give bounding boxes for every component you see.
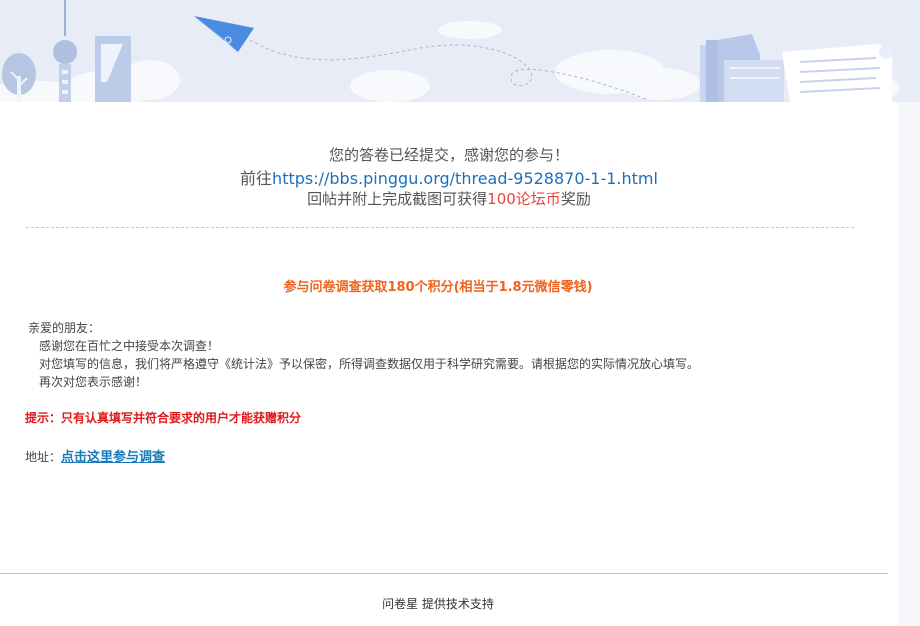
reward-suffix: 奖励 bbox=[560, 190, 591, 208]
survey-headline: 参与问卷调查获取180个积分(相当于1.8元微信零钱) bbox=[283, 280, 593, 295]
address-label: 地址： bbox=[25, 450, 62, 464]
forum-link-prefix: 前往 bbox=[240, 169, 273, 188]
survey-link[interactable]: 点击这里参与调查 bbox=[61, 450, 165, 465]
footer-divider bbox=[0, 573, 888, 574]
reward-line: 回帖并附上完成截图可获得100论坛币奖励 bbox=[0, 188, 898, 209]
submit-confirmation: 您的答卷已经提交，感谢您的参与！ bbox=[328, 146, 569, 164]
dashed-divider bbox=[26, 227, 854, 228]
content-card: 您的答卷已经提交，感谢您的参与！ 前往https://bbs.pinggu.or… bbox=[0, 102, 898, 626]
reward-amount: 100论坛币 bbox=[487, 190, 561, 208]
address-line: 地址：点击这里参与调查 bbox=[25, 446, 165, 465]
footer: 问卷星 提供技术支持 bbox=[0, 595, 876, 612]
tip-notice: 提示：只有认真填写并符合要求的用户才能获赠积分 bbox=[25, 411, 302, 425]
document-icon bbox=[782, 44, 893, 102]
banner-illustration bbox=[0, 0, 920, 102]
intro-line: 再次对您表示感谢！ bbox=[39, 375, 148, 389]
intro-line: 对您填写的信息，我们将严格遵守《统计法》予以保密，所得调查数据仅用于科学研究需要… bbox=[39, 357, 700, 371]
page-edge bbox=[898, 102, 920, 626]
intro-line: 感谢您在百忙之中接受本次调查！ bbox=[39, 339, 220, 353]
forum-link-line: 前往https://bbs.pinggu.org/thread-9528870-… bbox=[0, 165, 898, 189]
intro-text: 亲爱的朋友： 感谢您在百忙之中接受本次调查！ 对您填写的信息，我们将严格遵守《统… bbox=[28, 319, 699, 391]
intro-greeting: 亲爱的朋友： bbox=[28, 321, 101, 335]
reward-prefix: 回帖并附上完成截图可获得 bbox=[307, 190, 488, 208]
forum-url[interactable]: https://bbs.pinggu.org/thread-9528870-1-… bbox=[272, 169, 658, 188]
building-icon bbox=[95, 36, 131, 102]
footer-brand[interactable]: 问卷星 bbox=[382, 597, 418, 611]
footer-text: 提供技术支持 bbox=[418, 597, 494, 611]
header-banner bbox=[0, 0, 920, 102]
